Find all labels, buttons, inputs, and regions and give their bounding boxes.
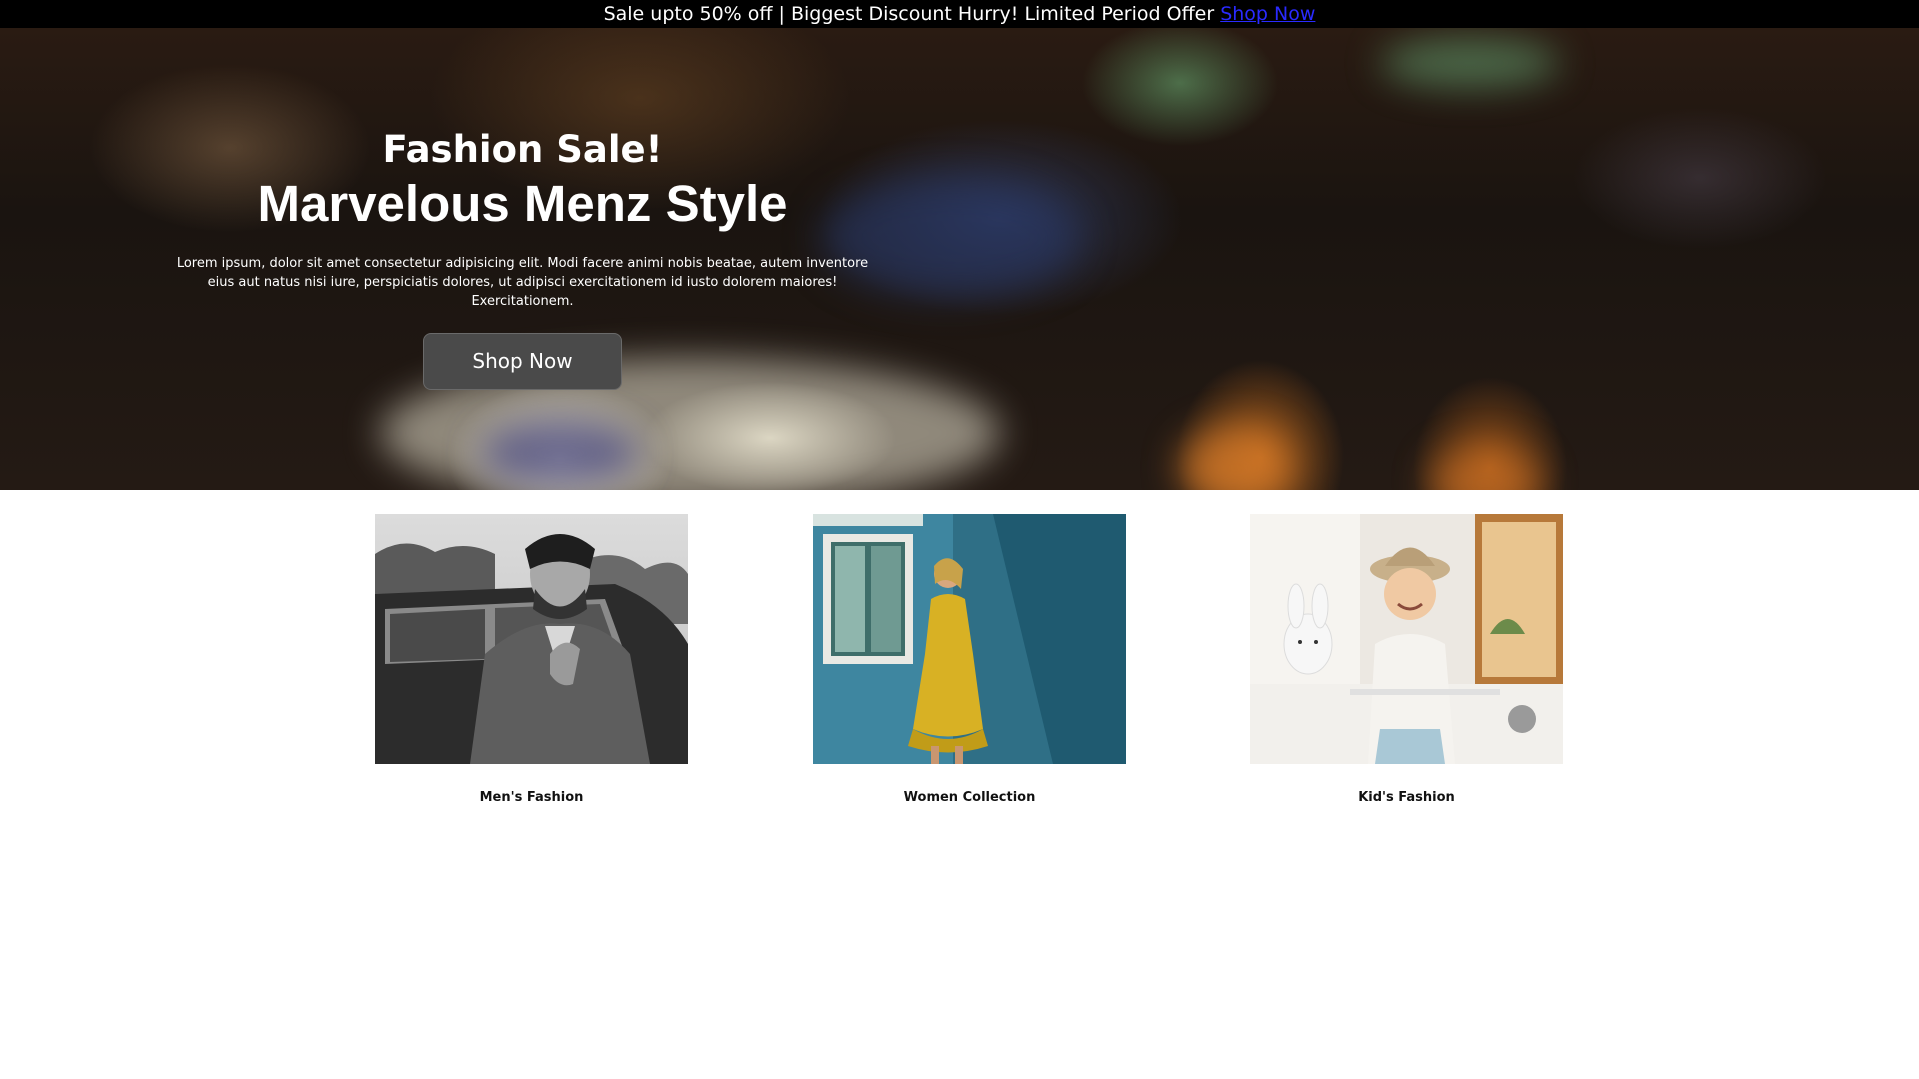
hero-content: Fashion Sale! Marvelous Menz Style Lorem… <box>160 128 885 390</box>
collection-card-women[interactable]: Women Collection <box>813 514 1126 805</box>
man-in-suit-photo <box>375 514 688 764</box>
women-collection-image[interactable] <box>813 514 1126 764</box>
collection-card-mens[interactable]: Men's Fashion <box>375 514 688 805</box>
kids-fashion-image[interactable] <box>1250 514 1563 764</box>
hero-background-blur <box>1380 38 1560 88</box>
kids-fashion-label[interactable]: Kid's Fashion <box>1250 790 1563 805</box>
hero-title: Marvelous Menz Style <box>257 175 788 232</box>
boy-with-hat-photo <box>1250 514 1563 764</box>
collection-card-kids[interactable]: Kid's Fashion <box>1250 514 1563 805</box>
women-collection-label[interactable]: Women Collection <box>813 790 1126 805</box>
mens-fashion-image[interactable] <box>375 514 688 764</box>
promo-text: Sale upto 50% off | Biggest Discount Hur… <box>603 3 1221 25</box>
hero-background-blur <box>480 418 640 488</box>
hero-subtitle: Fashion Sale! <box>382 128 663 171</box>
hero-banner: Fashion Sale! Marvelous Menz Style Lorem… <box>0 28 1919 490</box>
promo-bar: Sale upto 50% off | Biggest Discount Hur… <box>0 0 1919 28</box>
hero-shop-now-button[interactable]: Shop Now <box>423 333 622 390</box>
hero-description: Lorem ipsum, dolor sit amet consectetur … <box>176 256 869 309</box>
woman-yellow-dress-photo <box>813 514 1126 764</box>
hero-background-blur <box>1430 448 1540 490</box>
mens-fashion-label[interactable]: Men's Fashion <box>375 790 688 805</box>
hero-background-blur <box>1180 428 1290 490</box>
promo-shop-now-link[interactable]: Shop Now <box>1220 3 1315 25</box>
